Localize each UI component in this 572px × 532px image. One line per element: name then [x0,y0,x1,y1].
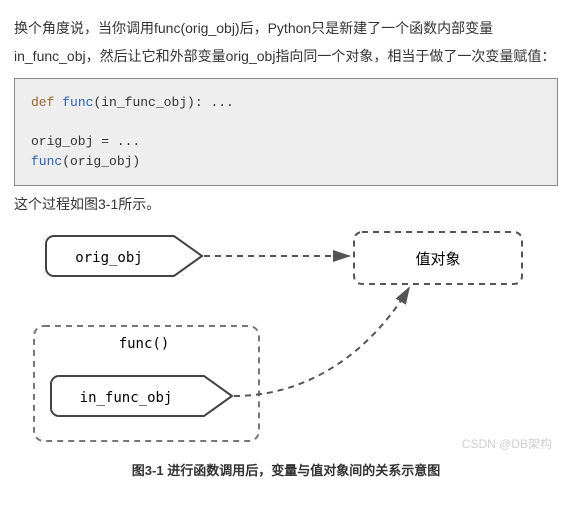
orig-obj-box: orig_obj [46,236,202,276]
value-object-box: 值对象 [354,232,522,284]
call-args: (orig_obj) [62,154,140,169]
svg-text:orig_obj: orig_obj [75,250,142,266]
fn-def-name: func [62,95,93,110]
def-rest: (in_func_obj): ... [93,95,233,110]
in-func-obj-box: in_func_obj [51,376,232,416]
code-block: def func(in_func_obj): ... orig_obj = ..… [14,78,558,186]
figure-caption: 图3-1 进行函数调用后，变量与值对象间的关系示意图 [14,460,558,479]
svg-text:值对象: 值对象 [415,251,460,268]
ref-paragraph: 这个过程如图3-1所示。 [14,190,558,218]
call-fn: func [31,154,62,169]
intro-paragraph: 换个角度说，当你调用func(orig_obj)后，Python只是新建了一个函… [14,14,558,70]
assign-line: orig_obj = ... [31,134,140,149]
diagram: orig_obj 值对象 func() in_func_obj CSDN @DB… [14,226,558,456]
watermark: CSDN @DB架构 [462,435,552,452]
svg-text:func(): func() [119,336,170,352]
kw-def: def [31,95,54,110]
svg-text:in_func_obj: in_func_obj [80,390,173,406]
arrow-infunc-to-value [234,288,409,396]
